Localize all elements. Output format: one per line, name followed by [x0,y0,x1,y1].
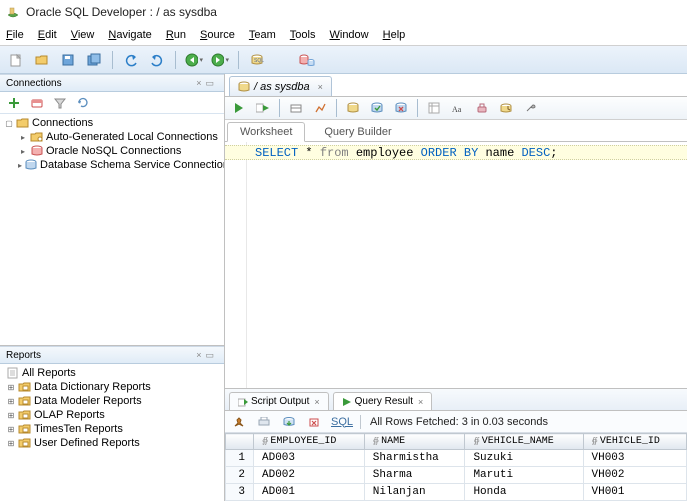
reports-root[interactable]: All Reports [2,366,222,380]
right-column: / as sysdba × Aa Worksheet Query Builder [225,74,687,501]
reports-panel: Reports × ▭ All Reports⊞Data Dictionary … [0,346,224,501]
close-icon[interactable]: × [318,82,323,92]
connection-item[interactable]: ▸Database Schema Service Connections [16,158,222,172]
unshared-worksheet-button[interactable] [424,98,444,118]
export-button[interactable] [279,412,299,432]
tab-worksheet[interactable]: Worksheet [227,122,305,142]
app-title: Oracle SQL Developer : / as sysdba [26,5,217,19]
titlebar: Oracle SQL Developer : / as sysdba [0,0,687,24]
report-item[interactable]: ⊞TimesTen Reports [2,422,222,436]
menu-tools[interactable]: Tools [290,29,316,41]
panel-minimize-icon[interactable]: ▭ [205,78,214,89]
run-statement-button[interactable] [229,98,249,118]
explain-plan-button[interactable] [286,98,306,118]
connection-red-button[interactable] [27,93,47,113]
commit-button[interactable] [367,98,387,118]
menu-window[interactable]: Window [329,29,368,41]
column-header[interactable]: ∯VEHICLE_NAME [465,434,583,450]
column-header[interactable]: ∯NAME [364,434,465,450]
sql-tab-icon [238,81,250,93]
new-button[interactable] [6,50,26,70]
connections-panel-title: Connections [6,78,196,89]
table-row[interactable]: 2AD002SharmaMarutiVH002 [226,467,687,484]
column-header[interactable]: ∯EMPLOYEE_ID [254,434,365,450]
menu-team[interactable]: Team [249,29,276,41]
editor-tab[interactable]: / as sysdba × [229,76,332,96]
sql-link[interactable]: SQL [331,416,353,428]
print-button[interactable] [254,412,274,432]
column-header[interactable]: ∯VEHICLE_ID [583,434,687,450]
editor-tab-label: / as sysdba [254,81,310,93]
db-status-button[interactable] [297,50,317,70]
menu-edit[interactable]: Edit [38,29,57,41]
menu-source[interactable]: Source [200,29,235,41]
pin-result-button[interactable] [229,412,249,432]
forward-button[interactable]: ▾ [210,50,230,70]
table-row[interactable]: 1AD003SharmisthaSuzukiVH003 [226,450,687,467]
autotrace-button[interactable] [310,98,330,118]
connection-item[interactable]: ▸Auto-Generated Local Connections [16,130,222,144]
menu-navigate[interactable]: Navigate [108,29,151,41]
menu-run[interactable]: Run [166,29,186,41]
left-column: Connections × ▭ ▢Connections▸Auto-Genera… [0,74,225,501]
sql-worksheet-button[interactable]: SQL [247,50,267,70]
tab-script-output[interactable]: Script Output × [229,392,329,410]
connections-panel: Connections × ▭ ▢Connections▸Auto-Genera… [0,74,224,346]
app-icon [6,5,20,19]
editor-toolbar: Aa [225,96,687,120]
refresh-button[interactable] [73,93,93,113]
delete-result-button[interactable] [304,412,324,432]
undo-button[interactable] [121,50,141,70]
run-script-button[interactable] [253,98,273,118]
table-row[interactable]: 3AD001NilanjanHondaVH001 [226,484,687,501]
connection-item[interactable]: ▸Oracle NoSQL Connections [16,144,222,158]
rollback-button[interactable] [391,98,411,118]
close-icon[interactable]: × [418,397,423,407]
menubar: File Edit View Navigate Run Source Team Tools Wi… [0,24,687,46]
clear-button[interactable] [472,98,492,118]
filter-button[interactable] [50,93,70,113]
close-icon[interactable]: × [314,397,319,407]
open-button[interactable] [32,50,52,70]
save-button[interactable] [58,50,78,70]
results-table[interactable]: ∯EMPLOYEE_ID∯NAME∯VEHICLE_NAME∯VEHICLE_I… [225,433,687,501]
script-output-icon [238,397,248,407]
main-toolbar: ▾ ▾ SQL [0,46,687,74]
results-pane: Script Output × Query Result × SQL [225,388,687,501]
svg-text:SQL: SQL [254,58,264,64]
back-button[interactable]: ▾ [184,50,204,70]
redo-button[interactable] [147,50,167,70]
report-item[interactable]: ⊞Data Dictionary Reports [2,380,222,394]
menu-help[interactable]: Help [383,29,406,41]
svg-text:Aa: Aa [452,105,462,114]
tab-query-result[interactable]: Query Result × [333,392,433,410]
format-button[interactable]: Aa [448,98,468,118]
report-item[interactable]: ⊞Data Modeler Reports [2,394,222,408]
panel-pin-icon[interactable]: × [196,78,201,88]
query-result-icon [342,397,352,407]
new-connection-button[interactable] [4,93,24,113]
connections-root[interactable]: ▢Connections [2,116,222,130]
code-editor[interactable]: SELECT * from employee ORDER BY name DES… [225,142,687,388]
sql-tuning-button[interactable] [343,98,363,118]
wrench-button[interactable] [520,98,540,118]
menu-view[interactable]: View [71,29,95,41]
panel-pin-icon[interactable]: × [196,350,201,360]
tab-query-builder[interactable]: Query Builder [311,122,404,141]
history-button[interactable] [496,98,516,118]
menu-file[interactable]: File [6,29,24,41]
panel-minimize-icon[interactable]: ▭ [205,350,214,361]
report-item[interactable]: ⊞OLAP Reports [2,408,222,422]
reports-panel-title: Reports [6,350,196,361]
save-all-button[interactable] [84,50,104,70]
report-item[interactable]: ⊞User Defined Reports [2,436,222,450]
fetch-status: All Rows Fetched: 3 in 0.03 seconds [370,416,548,428]
